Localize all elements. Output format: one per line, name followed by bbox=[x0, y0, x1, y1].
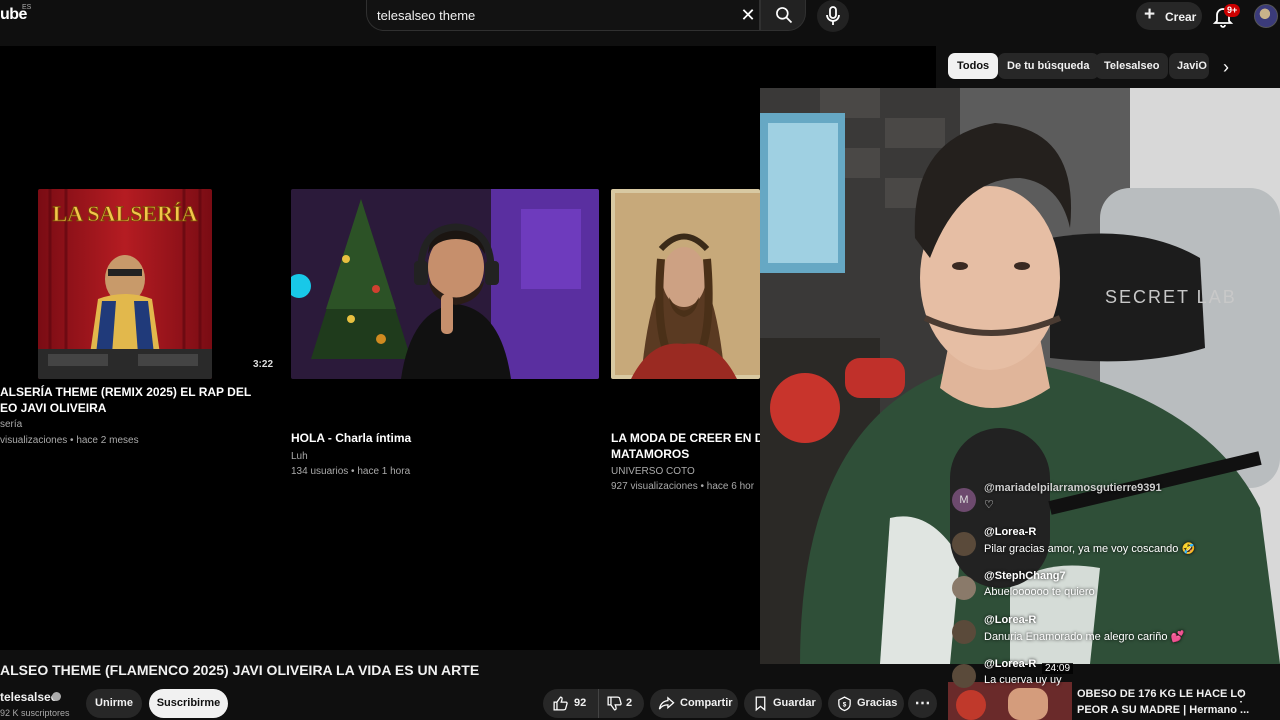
card-3-thumbnail[interactable] bbox=[611, 189, 760, 379]
chat-author: @Lorea-R bbox=[984, 526, 1037, 538]
share-label: Compartir bbox=[680, 697, 733, 709]
subscriber-count: 92 K suscriptores bbox=[0, 708, 70, 718]
microphone-icon bbox=[826, 6, 840, 25]
card-1-title-line2[interactable]: EO JAVI OLIVEIRA bbox=[0, 400, 106, 416]
chat-avatar: M bbox=[952, 488, 976, 512]
chair-brand-text: SECRET LAB bbox=[1105, 287, 1237, 307]
dislike-button[interactable]: 2 bbox=[598, 689, 644, 718]
streamer-thumbnail-art bbox=[291, 189, 599, 379]
card-3-meta: 927 visualizaciones • hace 6 hor bbox=[611, 481, 755, 492]
chat-avatar bbox=[952, 532, 976, 556]
thumbs-up-icon bbox=[553, 696, 568, 711]
save-button[interactable]: Guardar bbox=[744, 689, 822, 718]
recommended-title-line2[interactable]: PEOR A SU MADRE | Hermano ... bbox=[1077, 704, 1249, 716]
chat-text: Pilar gracias amor, ya me voy coscando 🤣 bbox=[984, 543, 1196, 555]
chip-javio[interactable]: JaviO bbox=[1169, 53, 1209, 79]
chat-avatar bbox=[952, 576, 976, 600]
card-2-channel: Luh bbox=[291, 451, 308, 462]
chat-avatar bbox=[952, 620, 976, 644]
card-1-meta: visualizaciones • hace 2 meses bbox=[0, 435, 139, 446]
thanks-label: Gracias bbox=[857, 697, 898, 709]
card-1-duration: 3:22 bbox=[253, 359, 274, 370]
thanks-button[interactable]: $ Gracias bbox=[828, 689, 904, 718]
notification-count-badge: 9+ bbox=[1224, 4, 1241, 17]
bookmark-icon bbox=[755, 696, 766, 712]
card-1-thumbnail[interactable]: LA SALSERÍA bbox=[38, 189, 212, 379]
like-button[interactable]: 92 bbox=[543, 689, 598, 718]
like-count: 92 bbox=[574, 697, 587, 709]
chat-author: @Lorea-R bbox=[984, 658, 1037, 670]
jesus-painting-thumbnail-art bbox=[611, 189, 760, 379]
more-horizontal-icon: ⋯ bbox=[914, 695, 931, 712]
thumbs-down-icon bbox=[607, 696, 622, 711]
chat-text: Danuria Enamorado me alegro cariño 💕 bbox=[984, 631, 1185, 643]
search-icon bbox=[776, 7, 793, 24]
voice-search-button[interactable] bbox=[817, 0, 849, 32]
chat-text: La cuerva uy uy bbox=[984, 674, 1062, 686]
dislike-count: 2 bbox=[626, 697, 633, 709]
recommended-duration: 24:09 bbox=[1042, 663, 1074, 674]
chat-text: ♡ bbox=[984, 499, 994, 511]
search-query-text[interactable]: telesalseo theme bbox=[377, 8, 475, 23]
country-code: ES bbox=[22, 4, 32, 11]
recommended-title-line1[interactable]: OBESO DE 176 KG LE HACE LO bbox=[1077, 688, 1246, 700]
join-button[interactable]: Unirme bbox=[86, 689, 142, 718]
chat-author: @Lorea-R bbox=[984, 614, 1037, 626]
save-label: Guardar bbox=[773, 697, 816, 709]
subscribe-button[interactable]: Suscribirme bbox=[149, 689, 228, 718]
chip-todos[interactable]: Todos bbox=[948, 53, 999, 79]
super-thanks-icon: $ bbox=[838, 696, 851, 712]
svg-text:LA SALSERÍA: LA SALSERÍA bbox=[53, 201, 198, 226]
chat-avatar bbox=[952, 664, 976, 688]
card-1-channel: sería bbox=[0, 419, 23, 430]
card-2-meta: 134 usuarios • hace 1 hora bbox=[291, 466, 411, 477]
card-2-thumbnail[interactable] bbox=[291, 189, 599, 379]
channel-name[interactable]: telesalseo bbox=[0, 690, 58, 704]
svg-text:$: $ bbox=[843, 701, 847, 708]
share-button[interactable]: Compartir bbox=[650, 689, 738, 718]
create-button[interactable]: + Crear bbox=[1136, 2, 1202, 30]
plus-icon: + bbox=[1144, 4, 1156, 25]
more-actions-button[interactable]: ⋯ bbox=[908, 689, 937, 718]
card-1-title-line1[interactable]: ALSERÍA THEME (REMIX 2025) EL RAP DEL bbox=[0, 384, 251, 400]
search-button[interactable] bbox=[760, 0, 806, 31]
top-bar: ube ES telesalseo theme ✕ + Crear 9+ bbox=[0, 0, 1280, 46]
clear-search-button[interactable]: ✕ bbox=[738, 5, 758, 25]
create-label: Crear bbox=[1165, 10, 1197, 24]
card-2-title[interactable]: HOLA - Charla íntima bbox=[291, 430, 411, 446]
share-icon bbox=[658, 696, 675, 710]
video-title: ALSEO THEME (FLAMENCO 2025) JAVI OLIVEIR… bbox=[0, 662, 480, 678]
chevron-right-icon[interactable]: › bbox=[1214, 55, 1238, 79]
chat-author: @StephChang7 bbox=[984, 570, 1066, 582]
card-3-channel: UNIVERSO COTO bbox=[611, 466, 695, 477]
search-input[interactable]: telesalseo theme bbox=[366, 0, 760, 31]
verified-icon bbox=[52, 692, 61, 701]
chip-de-tu-busqueda[interactable]: De tu búsqueda bbox=[998, 53, 1099, 79]
card-3-title-line2[interactable]: MATAMOROS bbox=[611, 446, 689, 462]
chat-author: @mariadelpilarramosgutierre9391 bbox=[984, 482, 1162, 494]
account-avatar[interactable] bbox=[1254, 4, 1278, 28]
chip-telesalseo[interactable]: Telesalseo bbox=[1095, 53, 1169, 79]
chat-text: Abueloooooo te quiero bbox=[984, 586, 1095, 598]
salseria-thumbnail-art: LA SALSERÍA bbox=[38, 189, 212, 379]
card-3-title-line1[interactable]: LA MODA DE CREER EN DIO bbox=[611, 430, 776, 446]
more-options-icon[interactable]: ⋮ bbox=[1234, 688, 1248, 705]
